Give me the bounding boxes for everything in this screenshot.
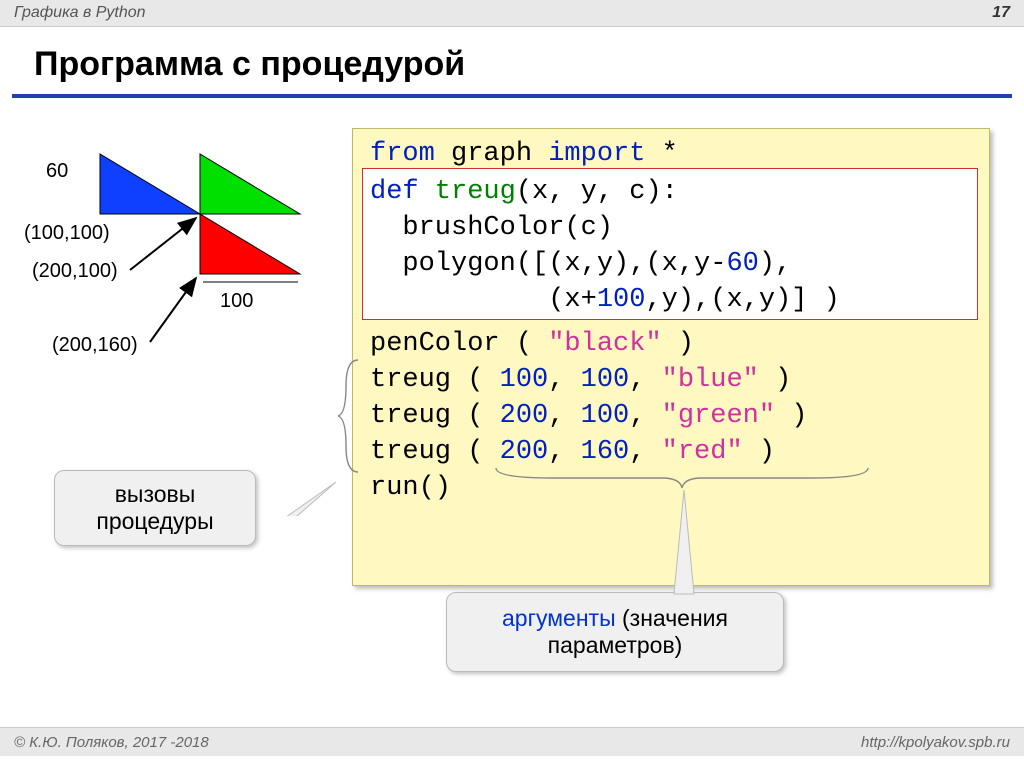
page-number: 17: [992, 4, 1010, 22]
callout-calls-l2: процедуры: [61, 508, 249, 535]
code-line-4: polygon([(x,y),(x,y-60),: [370, 246, 791, 282]
callout-calls-tail: [240, 476, 340, 516]
triangle-diagram: 60 (100,100) (200,100) 100 (200,160): [30, 134, 330, 324]
callout-args-w2: (значения: [622, 605, 728, 631]
header: Графика в Python 17: [0, 0, 1024, 27]
code-line-1: from graph import *: [370, 136, 678, 172]
callout-args-l2: параметров): [465, 632, 765, 659]
footer-left: © К.Ю. Поляков, 2017 -2018: [14, 734, 209, 751]
code-line-5: (x+100,y),(x,y)] ): [370, 282, 840, 318]
code-line-10: run(): [370, 470, 451, 506]
diagram-arrows: [30, 134, 330, 364]
left-brace-icon: [336, 356, 366, 476]
footer: © К.Ю. Поляков, 2017 -2018 http://kpolya…: [0, 727, 1024, 756]
code-line-8: treug ( 200, 100, "green" ): [370, 398, 807, 434]
callout-args: аргументы (значения параметров): [446, 592, 784, 672]
code-line-3: brushColor(c): [370, 210, 613, 246]
callout-calls: вызовы процедуры: [54, 470, 256, 546]
code-line-7: treug ( 100, 100, "blue" ): [370, 362, 791, 398]
callout-calls-l1: вызовы: [61, 481, 249, 508]
breadcrumb: Графика в Python: [14, 4, 146, 22]
title-underline: [12, 94, 1012, 98]
callout-args-tail: [666, 488, 706, 596]
code-line-6: penColor ( "black" ): [370, 326, 694, 362]
footer-right: http://kpolyakov.spb.ru: [861, 734, 1010, 751]
page-title: Программа с процедурой: [34, 45, 1024, 84]
callout-args-w1: аргументы: [502, 605, 622, 631]
content-area: 60 (100,100) (200,100) 100 (200,160) fro…: [0, 116, 1024, 756]
code-line-2: def treug(x, y, c):: [370, 174, 678, 210]
